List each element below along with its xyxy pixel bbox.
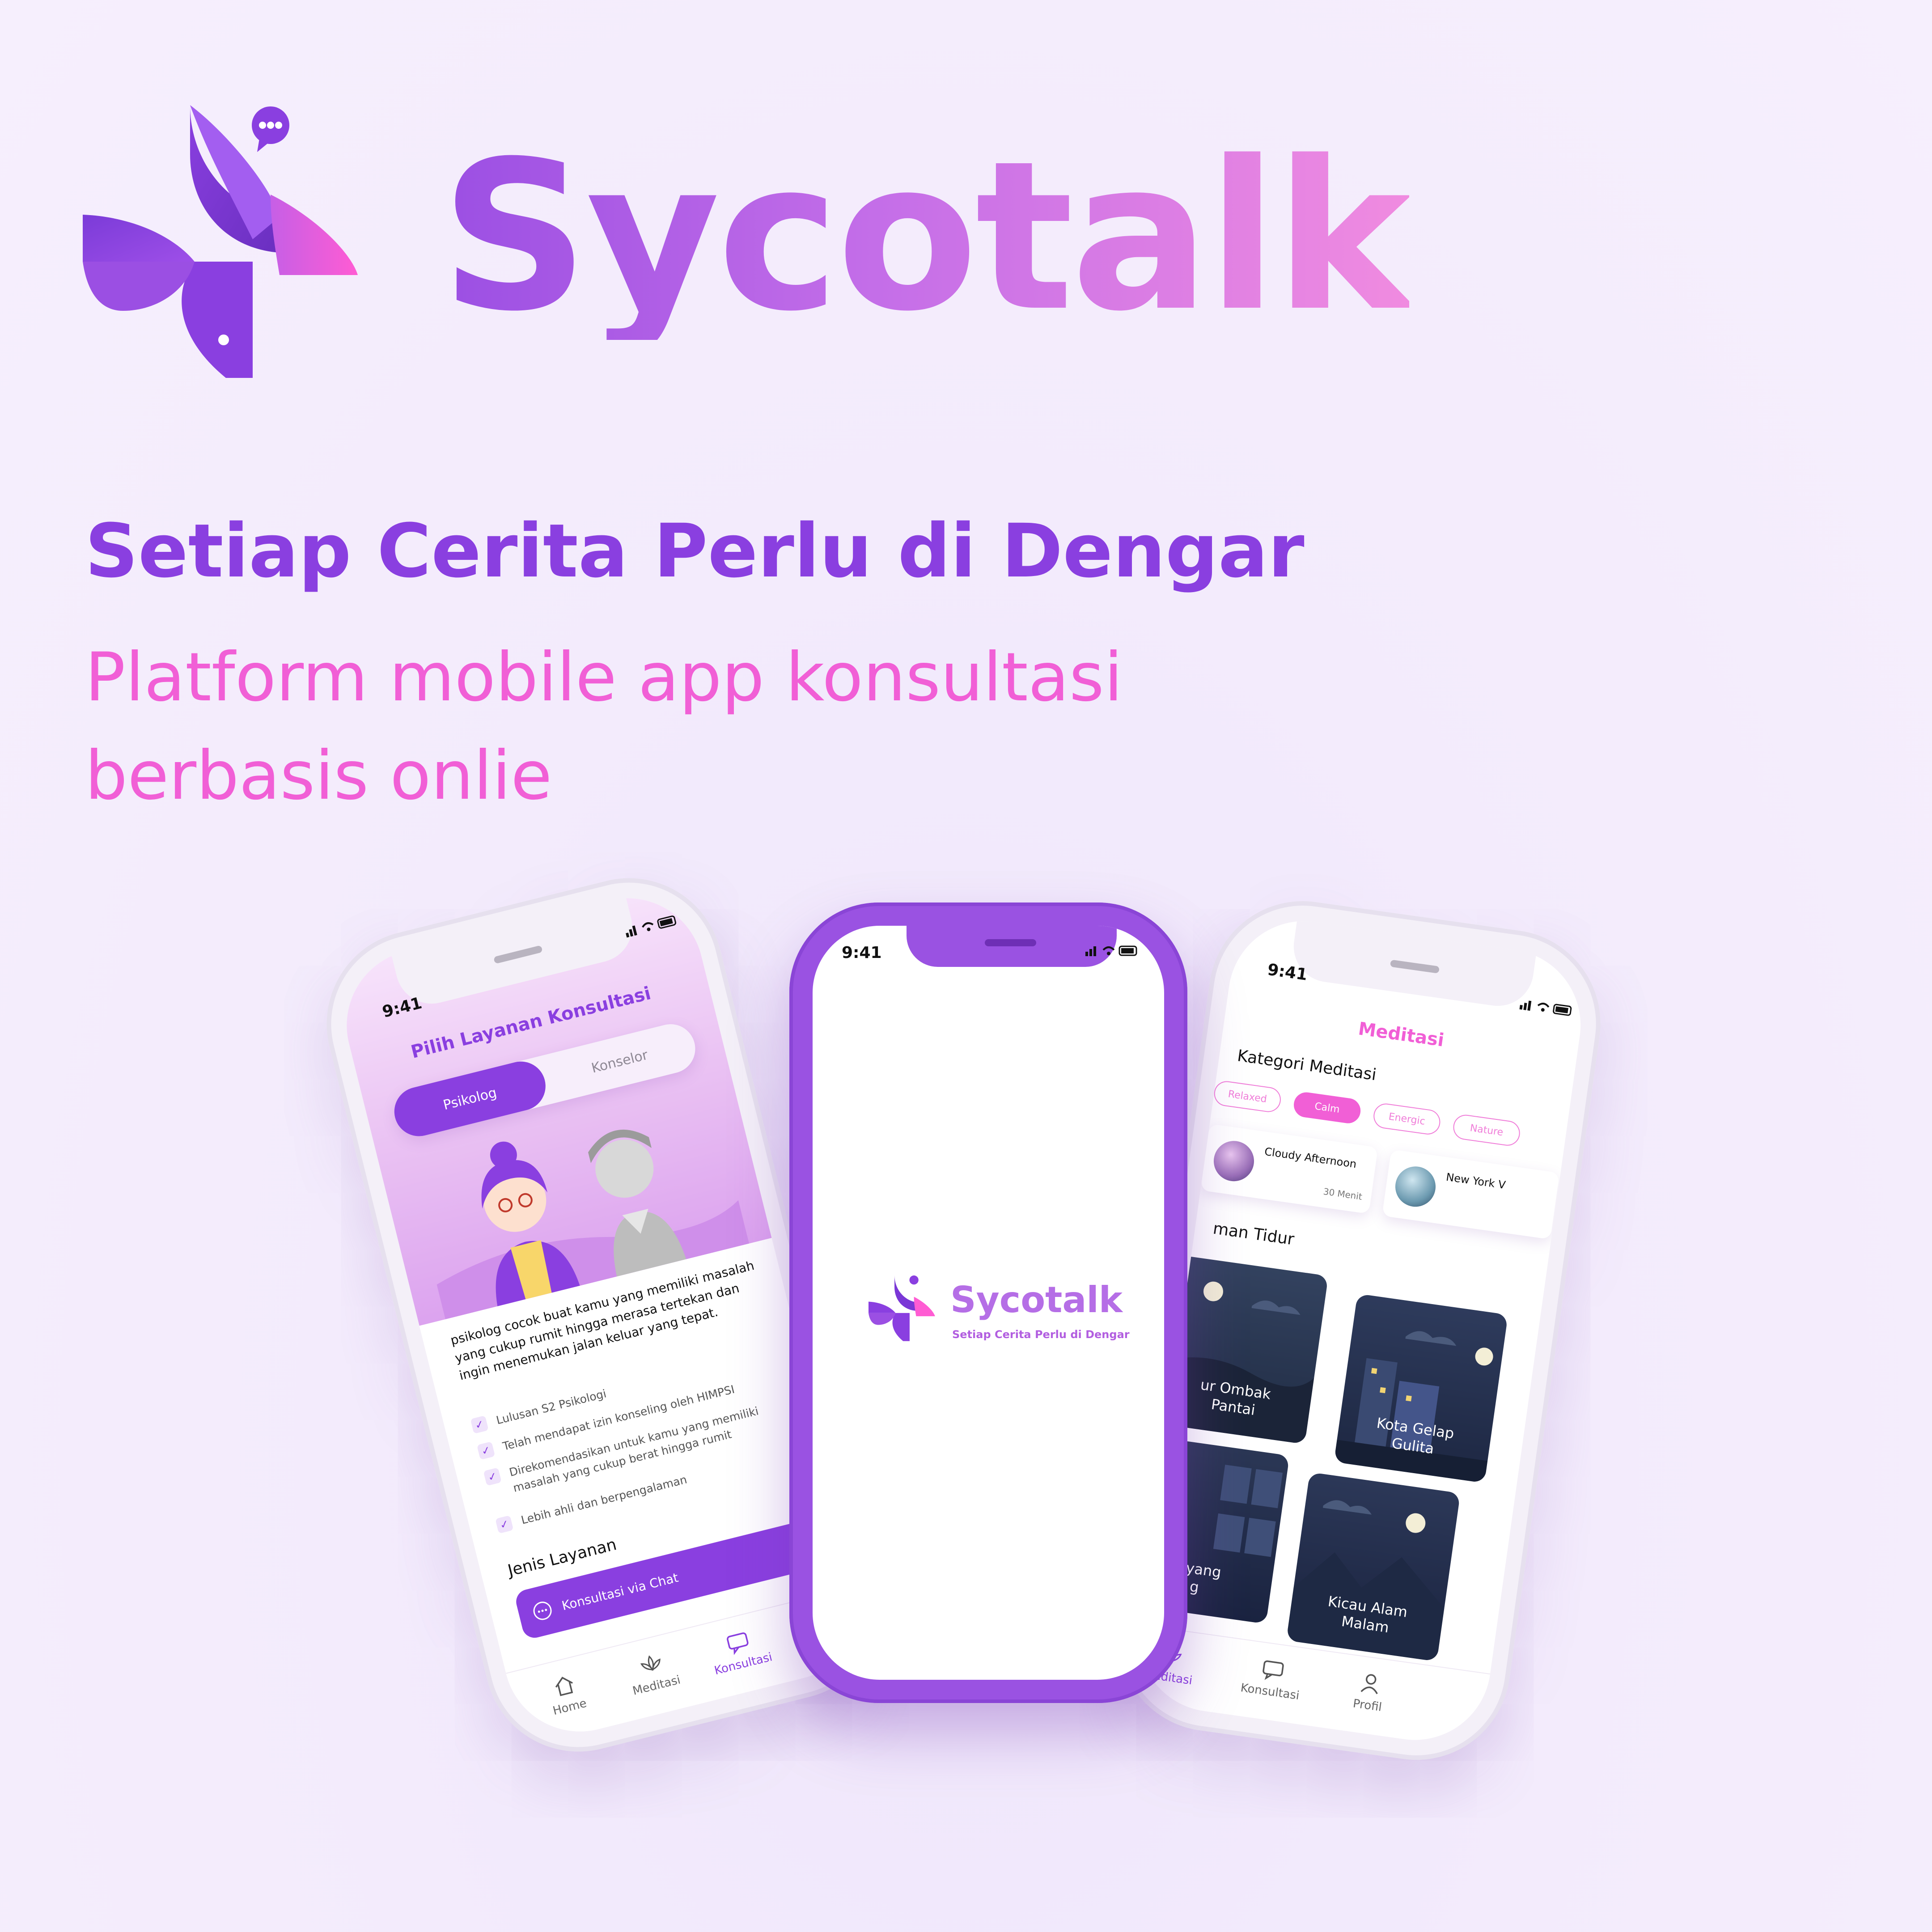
brand-subtitle-line-2: berbasis onlie <box>85 737 552 815</box>
splash-wordmark: Sycotalk <box>950 1279 1123 1321</box>
category-title: Kategori Meditasi <box>1236 1046 1378 1085</box>
status-signal-wifi-battery-icon <box>1085 945 1137 956</box>
nav-home[interactable]: Home <box>527 1665 606 1722</box>
track-card[interactable]: New York V <box>1382 1149 1560 1240</box>
status-signal-wifi-battery-icon <box>626 915 677 938</box>
checkmark-icon: ✓ <box>495 1515 514 1534</box>
chat-icon <box>1263 1660 1284 1680</box>
track-thumbnail <box>1393 1164 1438 1210</box>
sleep-section-title: man Tidur <box>1212 1219 1296 1249</box>
track-card[interactable]: Cloudy Afternoon 30 Menit <box>1200 1123 1378 1214</box>
track-duration: 30 Menit <box>1322 1186 1363 1202</box>
profile-icon <box>1360 1674 1378 1695</box>
track-name: New York V <box>1445 1170 1507 1192</box>
checkmark-icon: ✓ <box>477 1441 496 1460</box>
brand-subtitle-line-1: Platform mobile app konsultasi <box>85 639 1123 716</box>
phone-speaker <box>985 939 1036 946</box>
checkmark-icon: ✓ <box>483 1467 502 1486</box>
nav-meditasi[interactable]: Meditasi <box>614 1644 693 1701</box>
brand-wordmark: Sycotalk <box>441 117 1412 356</box>
nav-konsultasi[interactable]: Konsultasi <box>1233 1653 1310 1703</box>
splash-screen: 9:41 Sycotalk Setiap Cerita Perlu di Den… <box>813 926 1164 1680</box>
scene-card[interactable]: Kota Gelap Gulita <box>1334 1293 1508 1483</box>
chip-energic[interactable]: Energic <box>1372 1102 1442 1136</box>
status-signal-wifi-battery-icon <box>1519 1000 1572 1016</box>
sycotalk-logo <box>83 105 358 378</box>
nav-konsultasi[interactable]: Konsultasi <box>700 1622 780 1679</box>
splash-tagline: Setiap Cerita Perlu di Dengar <box>952 1328 1130 1341</box>
brand-tagline: Setiap Cerita Perlu di Dengar <box>85 508 1305 594</box>
chip-calm[interactable]: Calm <box>1292 1090 1362 1125</box>
home-icon <box>555 1677 573 1696</box>
chip-nature[interactable]: Nature <box>1451 1113 1522 1148</box>
status-time: 9:41 <box>842 944 882 962</box>
scene-card[interactable]: Kicau Alam Malam <box>1286 1472 1461 1662</box>
nav-profil[interactable]: Profil <box>1331 1666 1407 1717</box>
chat-bubble-icon <box>533 1602 552 1620</box>
track-name: Cloudy Afternoon <box>1263 1145 1357 1171</box>
status-time: 9:41 <box>380 994 424 1021</box>
lotus-icon <box>640 1655 661 1671</box>
phone-mockup-center: 9:41 Sycotalk Setiap Cerita Perlu di Den… <box>789 902 1187 1703</box>
sycotalk-logo <box>869 1275 935 1341</box>
chip-relaxed[interactable]: Relaxed <box>1212 1079 1283 1114</box>
meditation-screen: 9:41 Meditasi Kategori Meditasi Relaxed … <box>1128 911 1591 1750</box>
track-thumbnail <box>1211 1138 1257 1184</box>
checkmark-icon: ✓ <box>470 1415 489 1434</box>
chat-icon <box>727 1632 749 1655</box>
